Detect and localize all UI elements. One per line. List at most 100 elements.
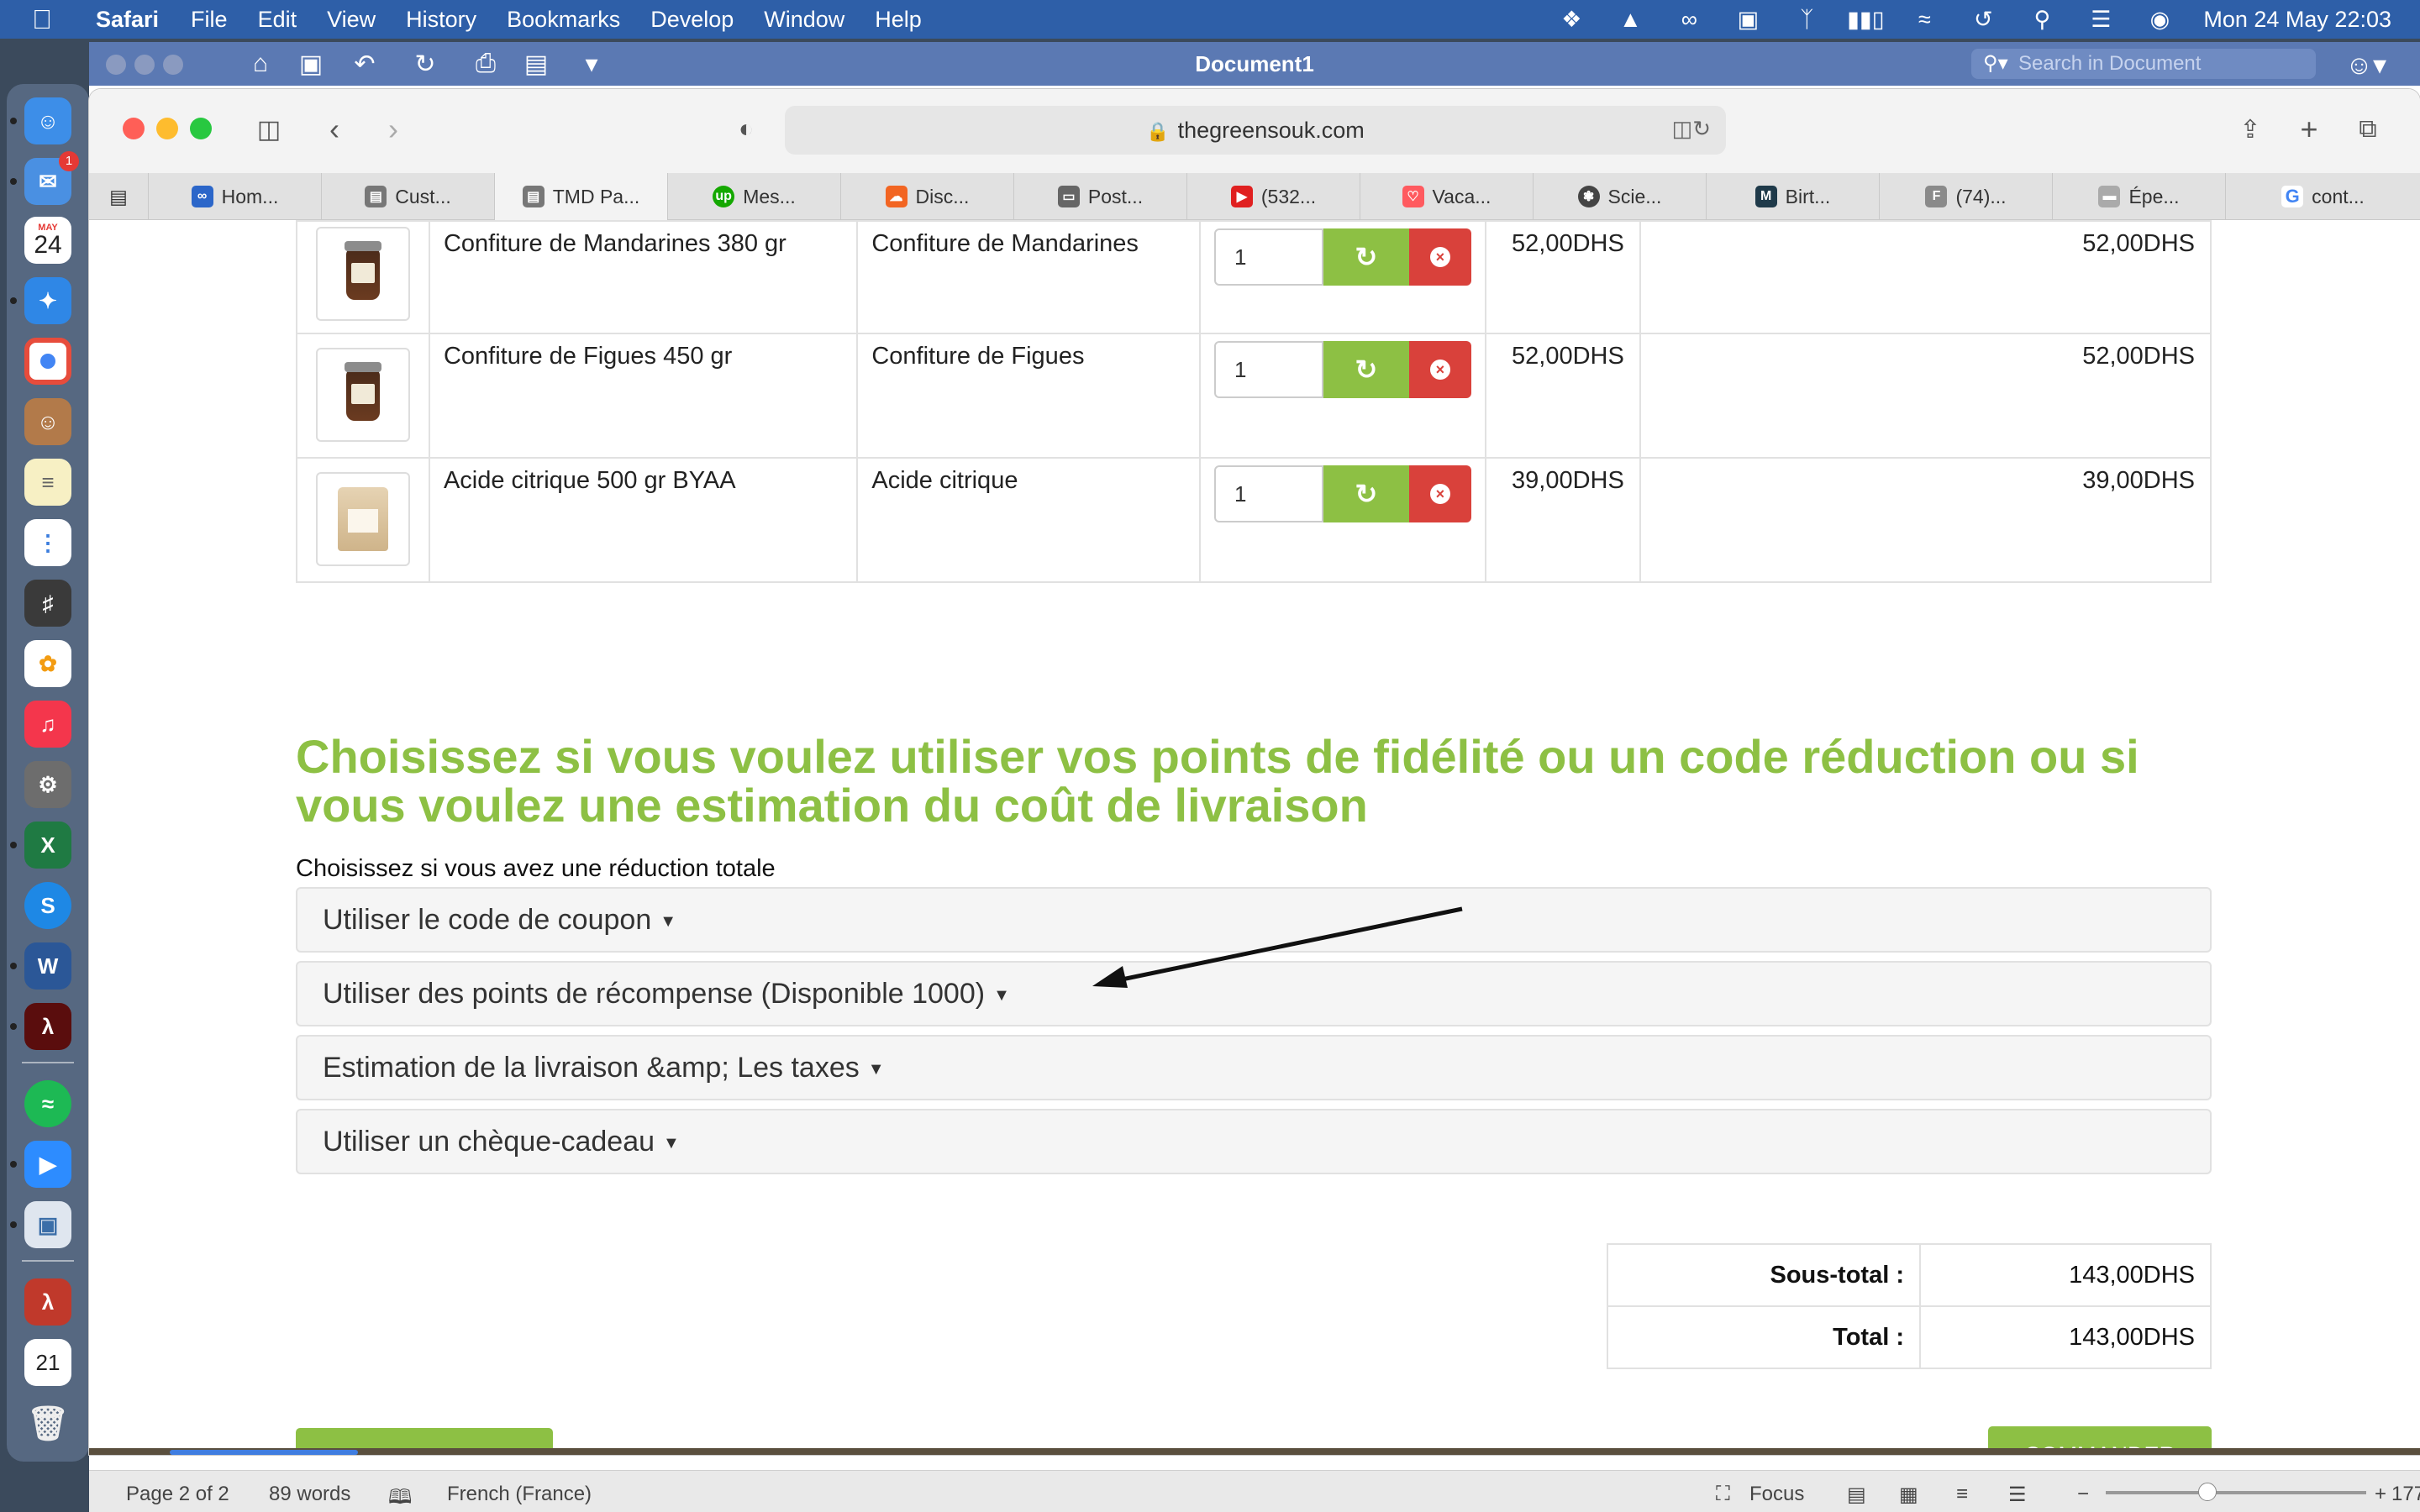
finder-icon[interactable]: ☺ (24, 97, 71, 144)
reminders-icon[interactable]: ⋮ (24, 519, 71, 566)
apple-icon[interactable]:  (32, 4, 66, 35)
gift-voucher-panel-toggle[interactable]: Utiliser un chèque-cadeau ▼ (296, 1109, 2212, 1174)
acrobat-icon[interactable]: λ (24, 1003, 71, 1050)
tab-13[interactable]: Gcont... (2225, 173, 2420, 220)
menu-edit[interactable]: Edit (258, 7, 297, 33)
menu-clock[interactable]: Mon 24 May 22:03 (2203, 7, 2391, 33)
minimize-button[interactable] (156, 118, 178, 139)
tab-3-active[interactable]: ▤ TMD Pa... (494, 173, 667, 220)
zoom-button[interactable] (190, 118, 212, 139)
tab-10[interactable]: M Birt... (1706, 173, 1879, 220)
tab-groups-icon[interactable]: ▤ (89, 173, 148, 220)
update-quantity-button[interactable]: ↻ (1323, 341, 1409, 398)
tab-12[interactable]: ▬ Épe... (2052, 173, 2225, 220)
status-focus[interactable]: Focus (1749, 1483, 1804, 1506)
tab-overview-icon[interactable]: ⧉ (2349, 111, 2386, 148)
bluetooth-icon[interactable]: ᛉ (1791, 7, 1822, 32)
shipping-estimate-panel-toggle[interactable]: Estimation de la livraison &amp; Les tax… (296, 1035, 2212, 1100)
menu-window[interactable]: Window (764, 7, 844, 33)
skype-icon[interactable]: S (24, 882, 71, 929)
dropbox-icon[interactable]: ❖ (1556, 7, 1586, 32)
tab-8[interactable]: ♡ Vaca... (1360, 173, 1533, 220)
quantity-input[interactable]: 1 (1213, 341, 1323, 398)
menu-bookmarks[interactable]: Bookmarks (507, 7, 620, 33)
remove-item-button[interactable]: × (1408, 228, 1471, 286)
status-words[interactable]: 89 words (269, 1483, 350, 1506)
chrome-icon[interactable] (24, 338, 71, 385)
product-thumbnail[interactable] (316, 472, 410, 566)
web-layout-icon[interactable]: ▦ (1899, 1483, 1918, 1507)
product-name-link[interactable]: Confiture de Mandarines 380 gr (428, 220, 859, 334)
status-zoom[interactable]: 177% (2391, 1483, 2420, 1506)
photos-icon[interactable]: ✿ (24, 640, 71, 687)
product-name-link[interactable]: Confiture de Figues 450 gr (428, 333, 859, 459)
calendar-icon[interactable]: MAY 24 (24, 217, 71, 264)
tab-5[interactable]: ☁ Disc... (840, 173, 1013, 220)
pdf-folder-icon[interactable]: λ (24, 1278, 71, 1326)
sidebar-icon[interactable]: ◫ (250, 111, 287, 148)
address-bar[interactable]: 🔒 thegreensouk.com ◫↻ (785, 106, 1726, 155)
tab-11[interactable]: F (74)... (1879, 173, 2052, 220)
zoom-menu-icon[interactable]: ▣ (1733, 7, 1763, 32)
tab-1[interactable]: ∞ Hom... (148, 173, 321, 220)
outline-view-icon[interactable]: ≡ (1956, 1483, 1968, 1506)
keychain-icon[interactable]: ♯ (24, 580, 71, 627)
back-icon[interactable]: ‹ (316, 111, 353, 148)
product-name-link[interactable]: Acide citrique 500 gr BYAA (428, 457, 859, 583)
update-quantity-button[interactable]: ↻ (1323, 228, 1409, 286)
zoom-slider[interactable] (2106, 1491, 2366, 1494)
menu-view[interactable]: View (327, 7, 376, 33)
menu-help[interactable]: Help (875, 7, 922, 33)
drive-icon[interactable]: ▲ (1615, 7, 1645, 32)
tab-7[interactable]: ▶ (532... (1186, 173, 1360, 220)
siri-icon[interactable]: ◉ (2144, 7, 2175, 32)
horizontal-scrollbar-thumb[interactable] (170, 1450, 358, 1455)
share-icon[interactable]: ⇪ (2232, 111, 2269, 148)
product-thumbnail[interactable] (316, 348, 410, 442)
focus-icon[interactable]: ⛶ (1716, 1483, 1730, 1506)
status-page[interactable]: Page 2 of 2 (126, 1483, 229, 1506)
feedback-smiley-icon[interactable]: ☺▾ (2345, 49, 2386, 81)
zoom-out-button[interactable]: − (2077, 1483, 2089, 1506)
wifi-icon[interactable]: ≈ (1909, 7, 1939, 32)
excel-icon[interactable]: X (24, 822, 71, 869)
draft-view-icon[interactable]: ☰ (2008, 1483, 2027, 1507)
time-machine-icon[interactable]: ↺ (1968, 7, 1998, 32)
tab-9[interactable]: ❃ Scie... (1533, 173, 1706, 220)
new-tab-icon[interactable]: + (2291, 111, 2328, 148)
privacy-shield-icon[interactable]: ◐ (728, 111, 765, 148)
contacts-icon[interactable]: ☺ (24, 398, 71, 445)
product-thumbnail[interactable] (316, 227, 410, 321)
status-language[interactable]: French (France) (447, 1483, 592, 1506)
word-search-field[interactable]: ⚲▾ Search in Document (1971, 49, 2316, 79)
zoom-icon[interactable]: ▶ (24, 1141, 71, 1188)
spotify-icon[interactable]: ≈ (24, 1080, 71, 1127)
battery-icon[interactable]: ▮▮▯ (1847, 7, 1885, 32)
word-icon[interactable]: W (24, 942, 71, 990)
proofing-icon[interactable]: 🕮 (388, 1483, 412, 1512)
quantity-input[interactable]: 1 (1213, 228, 1323, 286)
forward-icon[interactable]: › (375, 111, 412, 148)
system-preferences-icon[interactable]: ⚙ (24, 761, 71, 808)
tab-4[interactable]: up Mes... (667, 173, 840, 220)
creative-cloud-icon[interactable]: ∞ (1674, 7, 1704, 32)
trash-icon[interactable]: 🗑 (24, 1399, 71, 1446)
update-quantity-button[interactable]: ↻ (1323, 465, 1409, 522)
calendar-file-icon[interactable]: 21 (24, 1339, 71, 1386)
zoom-slider-knob[interactable] (2198, 1483, 2217, 1501)
close-button[interactable] (123, 118, 145, 139)
menu-app-name[interactable]: Safari (96, 7, 159, 33)
print-layout-icon[interactable]: ▤ (1847, 1483, 1866, 1507)
quantity-input[interactable]: 1 (1213, 465, 1323, 522)
tab-6[interactable]: ▭ Post... (1013, 173, 1186, 220)
safari-icon[interactable]: ✦ (24, 277, 71, 324)
preview-icon[interactable]: ▣ (24, 1201, 71, 1248)
menu-file[interactable]: File (191, 7, 228, 33)
remove-item-button[interactable]: × (1408, 341, 1471, 398)
horizontal-scrollbar-track[interactable] (89, 1448, 2420, 1455)
remove-item-button[interactable]: × (1408, 465, 1471, 522)
control-center-icon[interactable]: ☰ (2086, 7, 2116, 32)
translate-icon[interactable]: ◫↻ (1672, 116, 1711, 142)
spotlight-icon[interactable]: ⚲ (2027, 7, 2057, 32)
tab-2[interactable]: ▤ Cust... (321, 173, 494, 220)
